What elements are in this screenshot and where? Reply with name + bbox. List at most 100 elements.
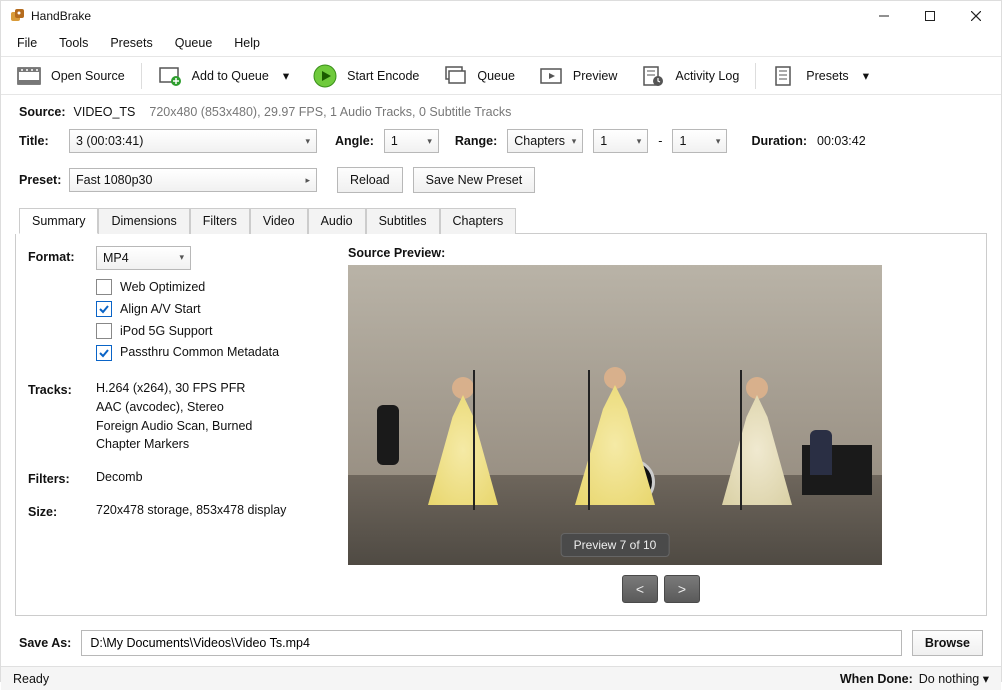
tab-summary[interactable]: Summary <box>19 208 98 234</box>
chevron-down-icon: ▾ <box>305 136 310 147</box>
reload-button[interactable]: Reload <box>337 167 403 193</box>
duration-label: Duration: <box>751 134 807 148</box>
preset-row: Preset: Fast 1080p30▸ Reload Save New Pr… <box>1 163 1001 197</box>
duration-value: 00:03:42 <box>817 134 866 148</box>
source-preview-label: Source Preview: <box>348 246 974 260</box>
tracks-values: H.264 (x264), 30 FPS PFR AAC (avcodec), … <box>96 379 328 454</box>
menu-queue[interactable]: Queue <box>165 33 223 53</box>
status-text: Ready <box>13 672 49 686</box>
range-from-select[interactable]: 1▾ <box>593 129 648 153</box>
tabs-container: Summary Dimensions Filters Video Audio S… <box>15 207 987 616</box>
save-as-input[interactable] <box>81 630 902 656</box>
save-new-preset-button[interactable]: Save New Preset <box>413 167 536 193</box>
format-label: Format: <box>28 246 88 264</box>
source-label: Source: <box>19 105 66 119</box>
add-to-queue-button[interactable]: Add to Queue ▾ <box>148 60 299 92</box>
chevron-down-icon: ▾ <box>637 136 642 147</box>
preview-next-button[interactable]: > <box>664 575 700 603</box>
menu-help[interactable]: Help <box>224 33 270 53</box>
source-name: VIDEO_TS <box>74 105 136 119</box>
tab-chapters[interactable]: Chapters <box>440 208 517 234</box>
size-label: Size: <box>28 501 88 519</box>
chevron-down-icon: ▾ <box>983 672 989 686</box>
tab-dimensions[interactable]: Dimensions <box>98 208 189 234</box>
menu-file[interactable]: File <box>7 33 47 53</box>
queue-icon <box>443 64 467 88</box>
tab-video[interactable]: Video <box>250 208 308 234</box>
minimize-button[interactable] <box>861 1 907 31</box>
passthru-meta-checkbox[interactable] <box>96 345 112 361</box>
range-label: Range: <box>455 134 497 148</box>
browse-button[interactable]: Browse <box>912 630 983 656</box>
tab-audio[interactable]: Audio <box>308 208 366 234</box>
ipod-5g-label: iPod 5G Support <box>120 322 212 341</box>
when-done-select[interactable]: Do nothing ▾ <box>919 671 989 686</box>
preset-label: Preset: <box>19 173 59 187</box>
source-preview-image: PMJ Preview 7 of 10 <box>348 265 882 565</box>
menu-bar: File Tools Presets Queue Help <box>1 31 1001 57</box>
chevron-right-icon: ▸ <box>305 175 310 186</box>
presets-button[interactable]: Presets ▾ <box>762 60 879 92</box>
maximize-button[interactable] <box>907 1 953 31</box>
queue-add-icon <box>158 64 182 88</box>
chevron-down-icon: ▾ <box>863 68 869 83</box>
log-icon <box>641 64 665 88</box>
when-done-label: When Done: <box>840 672 913 686</box>
activity-log-button[interactable]: Activity Log <box>631 60 749 92</box>
passthru-meta-label: Passthru Common Metadata <box>120 343 279 362</box>
app-icon <box>9 8 25 24</box>
title-bar: HandBrake <box>1 1 1001 31</box>
filters-value: Decomb <box>96 468 328 487</box>
chevron-down-icon: ▾ <box>283 68 289 83</box>
preset-select[interactable]: Fast 1080p30▸ <box>69 168 317 192</box>
preview-button[interactable]: Preview <box>529 60 627 92</box>
tab-filters[interactable]: Filters <box>190 208 250 234</box>
range-to-select[interactable]: 1▾ <box>672 129 727 153</box>
chevron-down-icon: ▾ <box>179 251 184 265</box>
web-optimized-label: Web Optimized <box>120 278 205 297</box>
save-as-label: Save As: <box>19 636 71 650</box>
menu-tools[interactable]: Tools <box>49 33 98 53</box>
title-label: Title: <box>19 134 59 148</box>
title-select[interactable]: 3 (00:03:41)▾ <box>69 129 317 153</box>
web-optimized-checkbox[interactable] <box>96 279 112 295</box>
tab-strip: Summary Dimensions Filters Video Audio S… <box>19 207 987 234</box>
angle-label: Angle: <box>335 134 374 148</box>
angle-select[interactable]: 1▾ <box>384 129 439 153</box>
preview-prev-button[interactable]: < <box>622 575 658 603</box>
align-av-checkbox[interactable] <box>96 301 112 317</box>
align-av-label: Align A/V Start <box>120 300 201 319</box>
play-icon <box>313 64 337 88</box>
preview-counter-badge: Preview 7 of 10 <box>561 533 670 557</box>
source-preview-column: Source Preview: PMJ Preview 7 of 10 < > <box>348 246 974 603</box>
toolbar: Open Source Add to Queue ▾ Start Encode … <box>1 57 1001 95</box>
start-encode-button[interactable]: Start Encode <box>303 60 429 92</box>
open-source-button[interactable]: Open Source <box>7 60 135 92</box>
summary-left-column: Format: MP4▾ Web Optimized Align A/V Sta… <box>28 246 328 603</box>
film-open-icon <box>17 64 41 88</box>
tab-subtitles[interactable]: Subtitles <box>366 208 440 234</box>
chevron-down-icon: ▾ <box>572 136 577 147</box>
tab-panel-summary: Format: MP4▾ Web Optimized Align A/V Sta… <box>15 234 987 616</box>
close-button[interactable] <box>953 1 999 31</box>
status-bar: Ready When Done: Do nothing ▾ <box>1 666 1001 690</box>
preview-nav: < > <box>348 575 974 603</box>
range-type-select[interactable]: Chapters▾ <box>507 129 583 153</box>
menu-presets[interactable]: Presets <box>100 33 162 53</box>
ipod-5g-checkbox[interactable] <box>96 323 112 339</box>
save-as-row: Save As: Browse <box>1 616 1001 666</box>
preview-icon <box>539 64 563 88</box>
filters-label: Filters: <box>28 468 88 486</box>
presets-icon <box>772 64 796 88</box>
queue-button[interactable]: Queue <box>433 60 525 92</box>
source-line: Source: VIDEO_TS 720x480 (853x480), 29.9… <box>1 95 1001 125</box>
title-row: Title: 3 (00:03:41)▾ Angle: 1▾ Range: Ch… <box>1 125 1001 157</box>
size-value: 720x478 storage, 853x478 display <box>96 501 328 520</box>
format-select[interactable]: MP4▾ <box>96 246 191 270</box>
chevron-down-icon: ▾ <box>716 136 721 147</box>
tracks-label: Tracks: <box>28 379 88 397</box>
source-info: 720x480 (853x480), 29.97 FPS, 1 Audio Tr… <box>149 105 511 119</box>
range-dash: - <box>658 134 662 148</box>
window-title: HandBrake <box>31 9 91 23</box>
chevron-down-icon: ▾ <box>427 136 432 147</box>
